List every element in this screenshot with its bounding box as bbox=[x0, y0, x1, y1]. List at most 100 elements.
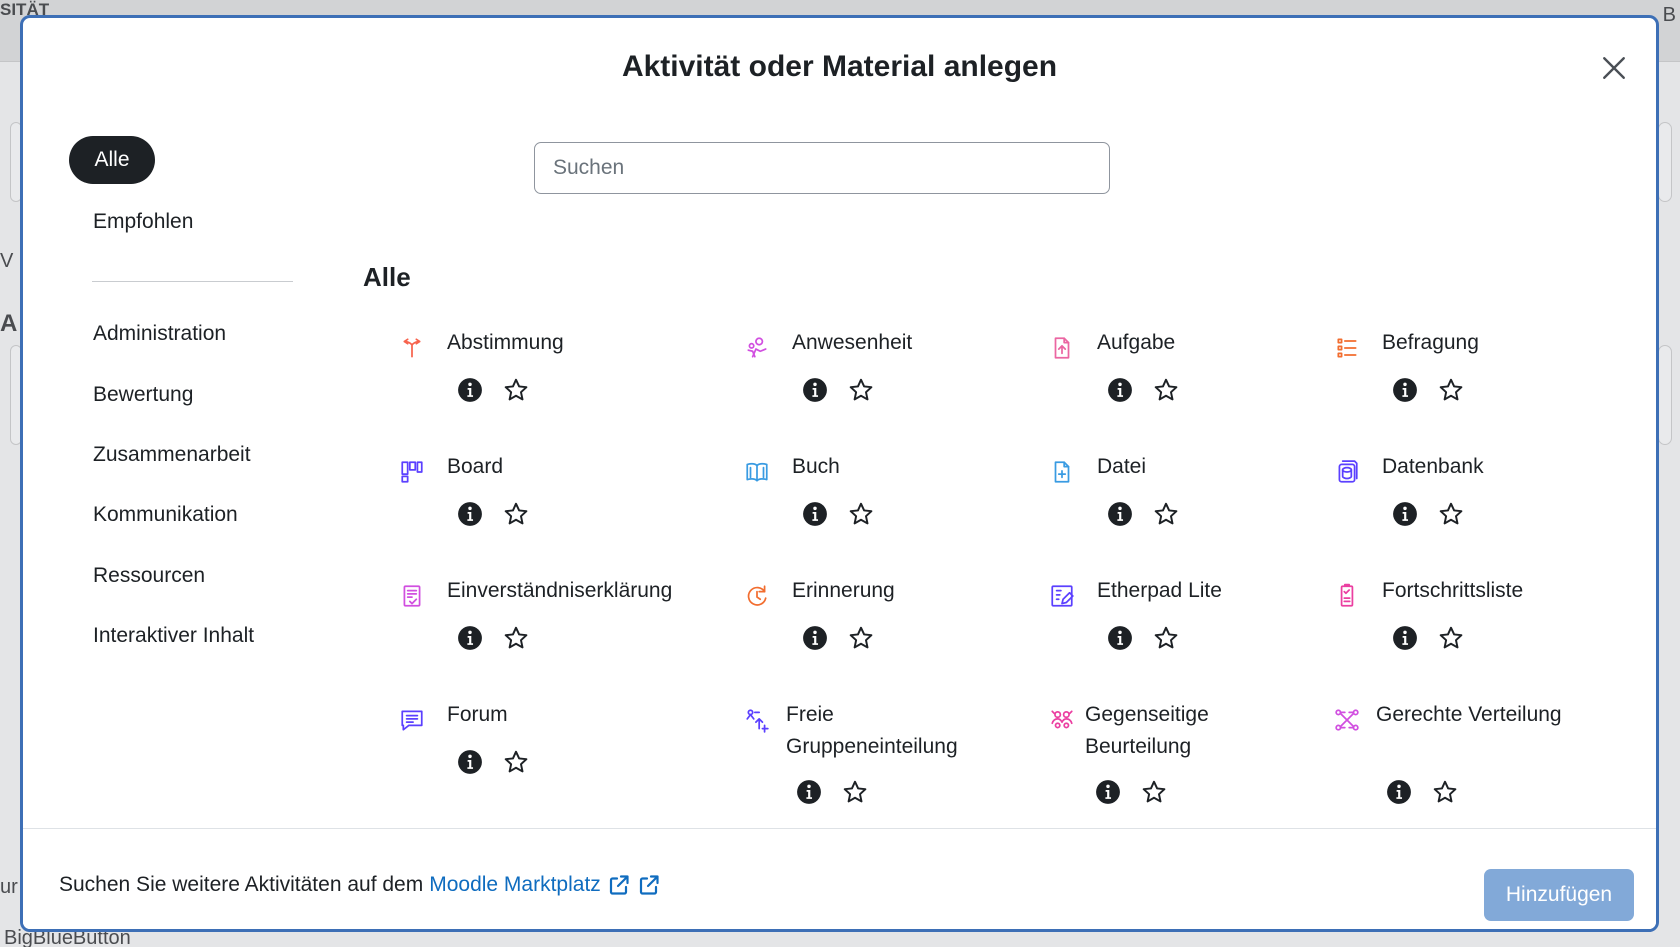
info-icon[interactable] bbox=[1392, 501, 1418, 527]
info-icon[interactable] bbox=[802, 377, 828, 403]
activity-tile[interactable]: Datenbank bbox=[1334, 455, 1654, 577]
info-icon[interactable] bbox=[1107, 501, 1133, 527]
star-icon[interactable] bbox=[1438, 625, 1464, 651]
background-left-text: V bbox=[0, 250, 14, 272]
survey-icon bbox=[1337, 338, 1357, 358]
activity-name[interactable]: Datenbank bbox=[1382, 451, 1656, 483]
info-icon[interactable] bbox=[1107, 625, 1133, 651]
section-heading: Alle bbox=[363, 262, 411, 292]
info-icon[interactable] bbox=[457, 749, 483, 775]
workshop-icon bbox=[1051, 710, 1073, 729]
info-icon[interactable] bbox=[457, 625, 483, 651]
activity-actions bbox=[1107, 377, 1179, 403]
add-button[interactable]: Hinzufügen bbox=[1484, 869, 1634, 921]
info-icon[interactable] bbox=[802, 501, 828, 527]
activity-actions bbox=[802, 501, 874, 527]
activity-name[interactable]: Board bbox=[447, 451, 737, 483]
activity-actions bbox=[457, 749, 529, 775]
activity-name[interactable]: Gegenseitige Beurteilung bbox=[1085, 699, 1285, 763]
background-card bbox=[1658, 122, 1672, 202]
activity-tile[interactable]: Aufgabe bbox=[1049, 331, 1369, 453]
activity-actions bbox=[1392, 377, 1464, 403]
activity-tile[interactable]: Datei bbox=[1049, 455, 1369, 577]
activity-name[interactable]: Anwesenheit bbox=[792, 327, 1082, 359]
marketplace-link[interactable]: Moodle Marktplatz bbox=[429, 873, 601, 897]
activity-tile[interactable]: Einverständniserklärung bbox=[399, 579, 719, 701]
close-button[interactable] bbox=[1594, 48, 1634, 88]
tab-zusammenarbeit[interactable]: Zusammenarbeit bbox=[93, 443, 251, 467]
modal-footer: Suchen Sie weitere Aktivitäten auf dem M… bbox=[23, 828, 1656, 929]
activity-actions bbox=[457, 501, 529, 527]
activity-name[interactable]: Freie Gruppeneinteilung bbox=[786, 699, 986, 763]
activity-grid: Abstimmung Anwesenheit Aufgabe Befragung Boa… bbox=[399, 331, 1639, 833]
activity-tile[interactable]: Befragung bbox=[1334, 331, 1654, 453]
tab-kommunikation[interactable]: Kommunikation bbox=[93, 503, 238, 527]
tab-interaktiver-inhalt[interactable]: Interaktiver Inhalt bbox=[93, 624, 254, 648]
attendance-icon bbox=[747, 337, 767, 358]
activity-actions bbox=[1107, 625, 1179, 651]
tab-recommended[interactable]: Empfohlen bbox=[93, 210, 193, 234]
activity-actions bbox=[1392, 501, 1464, 527]
activity-tile[interactable]: Etherpad Lite bbox=[1049, 579, 1369, 701]
star-icon[interactable] bbox=[848, 625, 874, 651]
info-icon[interactable] bbox=[457, 501, 483, 527]
info-icon[interactable] bbox=[1107, 377, 1133, 403]
nav-divider bbox=[92, 281, 293, 282]
activity-name[interactable]: Erinnerung bbox=[792, 575, 1082, 607]
activity-tile[interactable]: Gerechte Verteilung bbox=[1334, 703, 1654, 825]
activity-actions bbox=[457, 377, 529, 403]
activity-name[interactable]: Einverständniserklärung bbox=[447, 575, 737, 607]
activity-name[interactable]: Buch bbox=[792, 451, 1082, 483]
star-icon[interactable] bbox=[1153, 625, 1179, 651]
activity-tile[interactable]: Erinnerung bbox=[744, 579, 1064, 701]
star-icon[interactable] bbox=[1141, 779, 1167, 805]
info-icon[interactable] bbox=[796, 779, 822, 805]
info-icon[interactable] bbox=[802, 625, 828, 651]
activity-name[interactable]: Gerechte Verteilung bbox=[1376, 699, 1576, 731]
activity-tile[interactable]: Anwesenheit bbox=[744, 331, 1064, 453]
external-link-icon[interactable] bbox=[637, 873, 661, 897]
tab-ressourcen[interactable]: Ressourcen bbox=[93, 564, 205, 588]
info-icon[interactable] bbox=[1392, 625, 1418, 651]
activity-tile[interactable]: Freie Gruppeneinteilung bbox=[744, 703, 1064, 825]
star-icon[interactable] bbox=[848, 501, 874, 527]
search-input[interactable] bbox=[534, 142, 1110, 194]
activity-name[interactable]: Fortschrittsliste bbox=[1382, 575, 1656, 607]
star-icon[interactable] bbox=[503, 501, 529, 527]
activity-tile[interactable]: Forum bbox=[399, 703, 719, 825]
star-icon[interactable] bbox=[1153, 501, 1179, 527]
star-icon[interactable] bbox=[1153, 377, 1179, 403]
star-icon[interactable] bbox=[1432, 779, 1458, 805]
tab-bewertung[interactable]: Bewertung bbox=[93, 383, 193, 407]
star-icon[interactable] bbox=[503, 625, 529, 651]
activity-name[interactable]: Forum bbox=[447, 699, 737, 731]
tab-administration[interactable]: Administration bbox=[93, 322, 226, 346]
star-icon[interactable] bbox=[1438, 377, 1464, 403]
activity-actions bbox=[457, 625, 529, 651]
star-icon[interactable] bbox=[1438, 501, 1464, 527]
info-icon[interactable] bbox=[1095, 779, 1121, 805]
activity-name[interactable]: Abstimmung bbox=[447, 327, 737, 359]
external-link-icon[interactable] bbox=[607, 873, 631, 897]
activity-tile[interactable]: Board bbox=[399, 455, 719, 577]
activity-actions bbox=[1386, 779, 1458, 805]
star-icon[interactable] bbox=[842, 779, 868, 805]
activity-tile[interactable]: Fortschrittsliste bbox=[1334, 579, 1654, 701]
activity-chooser-modal: Aktivität oder Material anlegen Alle Emp… bbox=[20, 15, 1659, 932]
star-icon[interactable] bbox=[848, 377, 874, 403]
activity-tile[interactable]: Gegenseitige Beurteilung bbox=[1049, 703, 1369, 825]
forum-icon bbox=[401, 710, 423, 731]
file-icon bbox=[1054, 461, 1070, 483]
activity-tile[interactable]: Buch bbox=[744, 455, 1064, 577]
info-icon[interactable] bbox=[1392, 377, 1418, 403]
info-icon[interactable] bbox=[457, 377, 483, 403]
tab-all[interactable]: Alle bbox=[69, 136, 155, 184]
info-icon[interactable] bbox=[1386, 779, 1412, 805]
background-left-text: A bbox=[0, 310, 18, 337]
activity-tile[interactable]: Abstimmung bbox=[399, 331, 719, 453]
star-icon[interactable] bbox=[503, 749, 529, 775]
choice-icon bbox=[403, 338, 421, 358]
consent-icon bbox=[403, 585, 421, 607]
star-icon[interactable] bbox=[503, 377, 529, 403]
activity-name[interactable]: Befragung bbox=[1382, 327, 1656, 359]
